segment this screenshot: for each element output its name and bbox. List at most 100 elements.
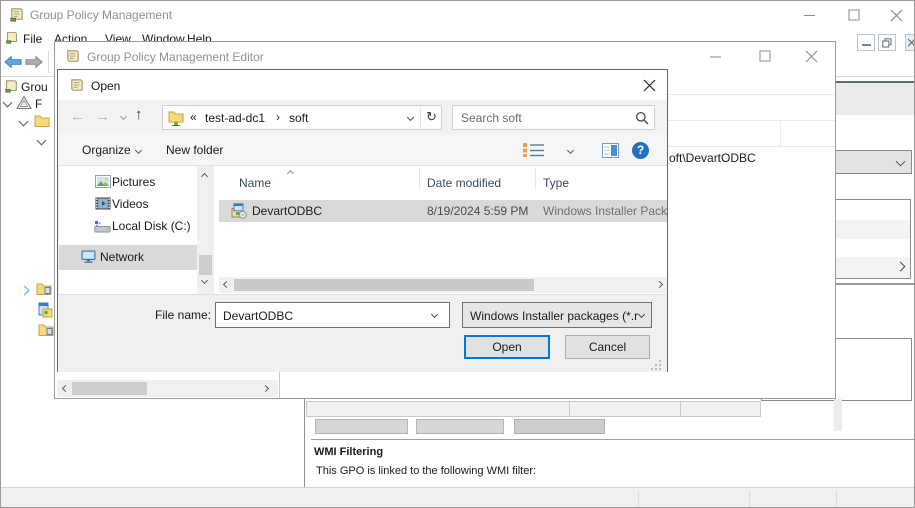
scope-button[interactable] [315, 419, 408, 434]
tree-forest-label[interactable]: F [35, 97, 42, 111]
maximize-button[interactable] [832, 3, 876, 27]
gpo-icon [38, 302, 53, 318]
tree-collapse-icon[interactable] [19, 285, 30, 296]
search-placeholder: Search soft [461, 111, 522, 125]
new-folder-button[interactable]: New folder [166, 143, 223, 157]
shared-folder-icon [168, 110, 184, 126]
folder-icon [34, 114, 50, 127]
sidebar-label: Local Disk (C:) [112, 219, 191, 233]
file-name: DevartODBC [252, 204, 323, 218]
pictures-icon [95, 175, 111, 188]
address-dropdown-icon[interactable] [406, 113, 415, 122]
preview-pane-icon[interactable] [602, 143, 619, 158]
scope-button[interactable] [514, 419, 605, 434]
file-list-hscrollbar[interactable] [219, 277, 667, 293]
tree-expand-icon[interactable] [18, 116, 29, 127]
views-dropdown-icon[interactable] [566, 146, 575, 155]
combo-dropdown-icon[interactable] [430, 310, 439, 319]
file-type: Windows Installer Pack [543, 204, 668, 218]
local-disk-icon [94, 219, 111, 233]
views-icon[interactable] [522, 142, 548, 158]
file-name-label: File name: [155, 308, 212, 322]
sidebar-item-local-disk[interactable]: Local Disk (C:) [59, 216, 197, 237]
videos-icon [95, 197, 111, 210]
file-row-devartodbc[interactable]: DevartODBC 8/19/2024 5:59 PM Windows Ins… [219, 200, 667, 222]
crumb-server[interactable]: test-ad-dc1 [205, 111, 265, 125]
scroll-down-icon[interactable] [200, 276, 209, 285]
screen: Group Policy Management File Action View… [0, 0, 915, 508]
scroll-left-icon[interactable] [61, 384, 70, 393]
gpmc-titlebar[interactable]: Group Policy Management [1, 1, 914, 29]
back-icon[interactable] [4, 55, 22, 69]
column-divider[interactable] [780, 121, 781, 146]
forward-icon[interactable] [25, 55, 43, 69]
nav-up-icon[interactable]: ↑ [135, 106, 143, 123]
combo-dropdown-icon[interactable] [637, 310, 646, 319]
scrollbar-sliver [834, 399, 842, 431]
minimize-button[interactable] [787, 3, 831, 27]
scroll-thumb[interactable] [234, 279, 534, 291]
status-bar [1, 487, 914, 507]
column-header-name[interactable]: Name [239, 176, 271, 190]
open-dialog-close-button[interactable] [634, 74, 664, 96]
tree-root-label[interactable]: Grou [21, 80, 48, 94]
gpmc-menu-icon [5, 31, 18, 44]
crumb-overflow[interactable]: « [190, 110, 197, 124]
open-dialog: Open ← → ↑ « test-ad-dc1 › soft ↻ Search… [57, 69, 668, 372]
folder-icon [38, 323, 54, 336]
scroll-right-icon[interactable] [261, 384, 270, 393]
folder-icon [36, 282, 52, 295]
file-date: 8/19/2024 5:59 PM [427, 204, 529, 218]
gpme-hscrollbar[interactable] [57, 380, 278, 397]
resize-grip[interactable] [650, 359, 662, 371]
gpme-title: Group Policy Management Editor [87, 50, 264, 64]
sidebar-item-videos[interactable]: Videos [59, 194, 197, 215]
scroll-thumb[interactable] [199, 255, 212, 275]
wmi-heading: WMI Filtering [314, 446, 384, 458]
crumb-folder[interactable]: soft [289, 111, 308, 125]
column-resizer[interactable] [419, 168, 420, 190]
file-list: Name Date modified Type DevartODBC 8/19/… [214, 166, 667, 294]
package-source-text: oft\DevartODBC [669, 151, 756, 165]
search-icon[interactable] [635, 111, 649, 125]
organize-button[interactable]: Organize [82, 143, 131, 157]
nav-row: ← → ↑ « test-ad-dc1 › soft ↻ Search soft [58, 100, 667, 134]
nav-forward-icon[interactable]: → [95, 108, 110, 125]
address-bar[interactable]: « test-ad-dc1 › soft ↻ [162, 105, 442, 130]
scroll-left-icon[interactable] [222, 280, 231, 289]
column-header-date[interactable]: Date modified [427, 176, 501, 190]
gpme-maximize-button[interactable] [745, 44, 785, 68]
sidebar-scrollbar[interactable] [197, 166, 214, 294]
organize-dropdown-icon[interactable] [134, 146, 143, 155]
gpme-close-button[interactable] [791, 44, 831, 68]
scroll-up-icon[interactable] [200, 172, 209, 181]
search-box[interactable]: Search soft [452, 105, 655, 130]
column-resizer[interactable] [535, 168, 536, 190]
toolbar-separator [48, 51, 49, 73]
file-name-combobox[interactable]: DevartODBC [215, 302, 450, 328]
sidebar-label: Network [100, 250, 145, 264]
tree-expand-icon[interactable] [2, 97, 13, 108]
help-icon[interactable]: ? [632, 142, 649, 159]
gpme-minimize-button[interactable] [695, 44, 735, 68]
menu-file[interactable]: File [23, 32, 42, 46]
cancel-button[interactable]: Cancel [565, 335, 650, 359]
open-button[interactable]: Open [464, 335, 550, 359]
command-bar: Organize New folder ? [58, 134, 667, 166]
open-dialog-titlebar[interactable]: Open [58, 70, 667, 100]
crumb-separator[interactable]: › [276, 110, 280, 124]
scroll-right-icon[interactable] [655, 280, 664, 289]
close-button[interactable] [877, 3, 914, 27]
scope-button[interactable] [416, 419, 504, 434]
column-header-type[interactable]: Type [543, 176, 569, 190]
gpme-titlebar[interactable]: Group Policy Management Editor [55, 42, 835, 70]
nav-history-icon[interactable] [119, 112, 128, 121]
pane-splitter[interactable] [304, 399, 305, 487]
scroll-thumb[interactable] [72, 382, 147, 395]
refresh-icon[interactable]: ↻ [426, 109, 437, 125]
nav-back-icon[interactable]: ← [70, 108, 85, 125]
tree-expand-icon[interactable] [36, 135, 47, 146]
file-type-combobox[interactable]: Windows Installer packages (*.r [462, 302, 652, 328]
sidebar-item-pictures[interactable]: Pictures [59, 172, 197, 193]
sidebar-item-network[interactable]: Network [59, 245, 197, 270]
